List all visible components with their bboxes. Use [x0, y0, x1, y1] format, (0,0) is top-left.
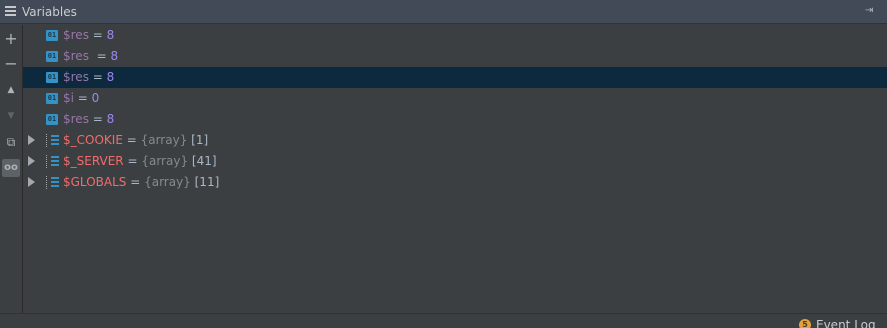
arrow-down-icon[interactable]: ▼: [2, 107, 20, 125]
variable-value: 8: [110, 49, 119, 63]
primitive-value-icon: 01: [46, 51, 58, 62]
variable-name: $res: [63, 70, 89, 84]
equals-sign: =: [123, 154, 142, 168]
variable-value: 8: [106, 112, 115, 126]
plus-icon[interactable]: +: [2, 30, 20, 48]
variable-row-selected[interactable]: 01 $res = 8: [23, 67, 887, 88]
primitive-value-icon: 01: [46, 93, 58, 104]
array-size: [1]: [187, 133, 209, 147]
panel-title: Variables: [22, 5, 77, 19]
event-log-button[interactable]: Event Log: [816, 318, 876, 328]
equals-sign: =: [88, 70, 107, 84]
variable-name: $_SERVER: [63, 154, 124, 168]
equals-sign: =: [88, 28, 107, 42]
arrow-up-icon[interactable]: ▲: [2, 81, 20, 99]
variable-name: $res: [63, 112, 89, 126]
pin-icon[interactable]: ⇥: [865, 5, 877, 17]
variable-name: $GLOBALS: [63, 175, 127, 189]
variable-value: 8: [106, 70, 115, 84]
array-variable-row[interactable]: $_COOKIE = {array} [1]: [23, 130, 887, 151]
equals-sign: =: [126, 175, 145, 189]
status-bar: 5 Event Log: [0, 313, 887, 328]
variable-row[interactable]: 01 $res = 8: [23, 46, 887, 67]
equals-sign: =: [73, 91, 92, 105]
variables-tree: 01 $res = 8 01 $res = 8 01 $res = 8 01 $…: [23, 25, 887, 313]
variable-name: $res: [63, 28, 89, 42]
expand-arrow-icon[interactable]: [28, 177, 35, 187]
minus-icon[interactable]: −: [2, 55, 20, 73]
variables-panel: Variables ⇥ + − ▲ ▼ ⧉ oo 01 $res = 8 01 …: [0, 0, 887, 328]
primitive-value-icon: 01: [46, 114, 58, 125]
array-size: [11]: [190, 175, 220, 189]
copy-icon[interactable]: ⧉: [2, 133, 20, 151]
debug-toolbar: + − ▲ ▼ ⧉ oo: [0, 25, 23, 315]
array-variable-row[interactable]: $GLOBALS = {array} [11]: [23, 172, 887, 193]
variable-name: $_COOKIE: [63, 133, 123, 147]
variable-row[interactable]: 01 $i = 0: [23, 88, 887, 109]
panel-title-bar: Variables ⇥: [0, 0, 887, 24]
variable-type: {array}: [141, 154, 189, 168]
variable-row[interactable]: 01 $res = 8: [23, 25, 887, 46]
array-icon: [46, 134, 59, 147]
menu-icon[interactable]: [5, 6, 16, 17]
variable-value: 8: [106, 28, 115, 42]
equals-sign: =: [122, 133, 141, 147]
expand-arrow-icon[interactable]: [28, 135, 35, 145]
glasses-icon[interactable]: oo: [2, 159, 20, 177]
array-icon: [46, 155, 59, 168]
variable-name: $res: [63, 49, 89, 63]
equals-sign: =: [88, 112, 107, 126]
array-variable-row[interactable]: $_SERVER = {array} [41]: [23, 151, 887, 172]
array-icon: [46, 176, 59, 189]
array-size: [41]: [188, 154, 217, 168]
primitive-value-icon: 01: [46, 72, 58, 83]
variable-type: {array}: [140, 133, 188, 147]
variable-type: {array}: [144, 175, 191, 189]
variable-value: 0: [91, 91, 100, 105]
variable-name: $i: [63, 91, 74, 105]
expand-arrow-icon[interactable]: [28, 156, 35, 166]
primitive-value-icon: 01: [46, 30, 58, 41]
event-count-badge[interactable]: 5: [799, 319, 811, 328]
equals-sign: =: [88, 49, 111, 63]
variable-row[interactable]: 01 $res = 8: [23, 109, 887, 130]
